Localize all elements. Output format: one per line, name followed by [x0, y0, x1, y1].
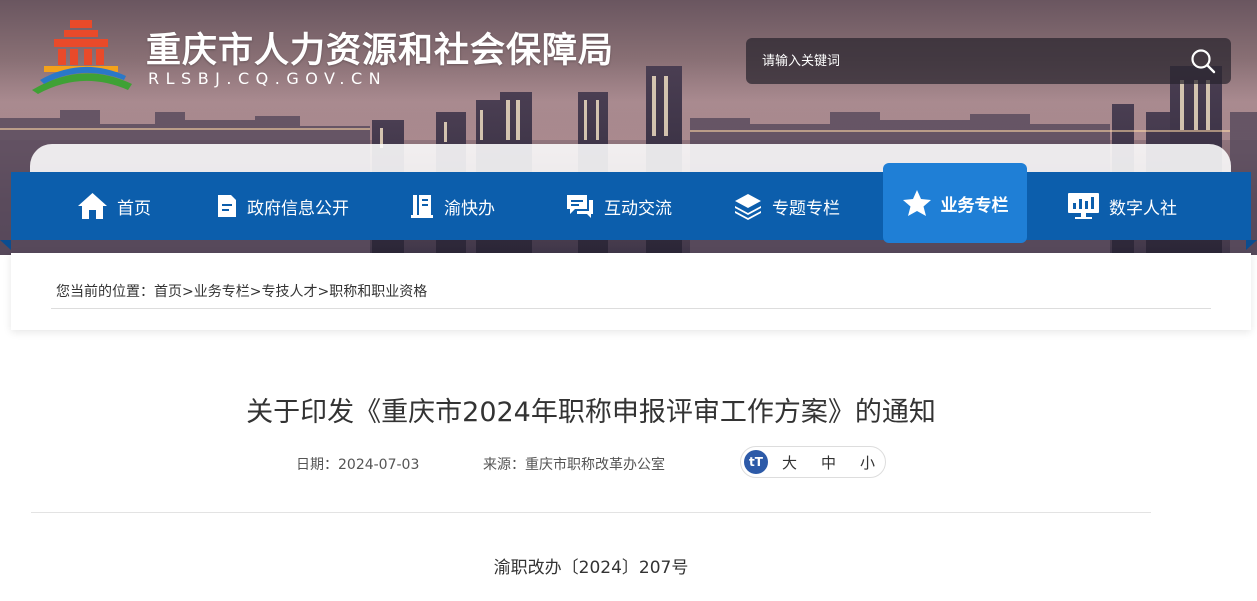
article-divider	[31, 512, 1151, 513]
bureau-logo	[32, 20, 132, 94]
home-icon	[78, 193, 107, 219]
date-label: 日期：	[296, 457, 338, 473]
nav-item-label: 专题专栏	[772, 198, 840, 219]
layers-icon	[735, 194, 761, 220]
article-date: 日期：2024-07-03	[296, 454, 419, 474]
breadcrumb-card: 您当前的位置：首页>业务专栏>专技人才>职称和职业资格	[11, 253, 1251, 330]
chat-icon	[567, 195, 593, 218]
nav-item-label: 业务专栏	[940, 195, 1009, 216]
font-size-control: tT 大 中 小	[740, 446, 886, 478]
source-label: 来源：	[483, 457, 525, 473]
nav-item-label: 数字人社	[1109, 198, 1177, 219]
document-icon	[218, 195, 236, 217]
article-title: 关于印发《重庆市2024年职称申报评审工作方案》的通知	[246, 397, 936, 428]
document-number: 渝职改办〔2024〕207号	[493, 558, 689, 578]
site-title: 重庆市人力资源和社会保障局	[146, 31, 615, 71]
nav-item-interaction[interactable]: 互动交流	[565, 172, 672, 240]
search-icon[interactable]	[1189, 47, 1217, 75]
monitor-chart-icon	[1068, 193, 1099, 219]
site-domain: RLSBJ.CQ.GOV.CN	[148, 69, 388, 88]
search-input[interactable]	[746, 38, 1166, 84]
nav-item-home[interactable]: 首页	[77, 172, 151, 240]
breadcrumb-prefix: 您当前的位置：	[56, 284, 154, 300]
nav-item-business[interactable]: 业务专栏	[883, 163, 1027, 243]
nav-item-yukuaiban[interactable]: 渝快办	[409, 172, 495, 240]
breadcrumb-separator: >	[249, 284, 262, 300]
book-icon	[411, 195, 433, 218]
date-value: 2024-07-03	[338, 457, 420, 473]
breadcrumb-link-talent[interactable]: 专技人才	[261, 284, 317, 300]
breadcrumb: 您当前的位置：首页>业务专栏>专技人才>职称和职业资格	[56, 281, 427, 301]
nav-item-label: 政府信息公开	[247, 198, 349, 219]
search-box	[746, 38, 1231, 84]
font-size-icon: tT	[744, 450, 768, 474]
breadcrumb-separator: >	[317, 284, 330, 300]
nav-item-digital-hr[interactable]: 数字人社	[1067, 172, 1177, 240]
font-size-small[interactable]: 小	[860, 452, 875, 473]
nav-item-label: 互动交流	[604, 198, 672, 219]
nav-item-gov-info[interactable]: 政府信息公开	[216, 172, 349, 240]
font-size-large[interactable]: 大	[782, 452, 797, 473]
breadcrumb-link-titles[interactable]: 职称和职业资格	[329, 284, 427, 300]
breadcrumb-link-business[interactable]: 业务专栏	[194, 284, 250, 300]
star-icon	[902, 190, 931, 216]
breadcrumb-separator: >	[182, 284, 194, 300]
nav-item-label: 首页	[117, 198, 151, 219]
breadcrumb-divider	[51, 308, 1211, 309]
article-source: 来源：重庆市职称改革办公室	[483, 454, 665, 474]
page: 重庆市人力资源和社会保障局 RLSBJ.CQ.GOV.CN 首页 政府信息公开	[0, 0, 1257, 601]
font-size-medium[interactable]: 中	[821, 452, 836, 473]
nav-item-special-topics[interactable]: 专题专栏	[733, 172, 840, 240]
nav-item-label: 渝快办	[444, 198, 495, 219]
source-value: 重庆市职称改革办公室	[525, 457, 665, 473]
breadcrumb-link-home[interactable]: 首页	[154, 284, 182, 300]
